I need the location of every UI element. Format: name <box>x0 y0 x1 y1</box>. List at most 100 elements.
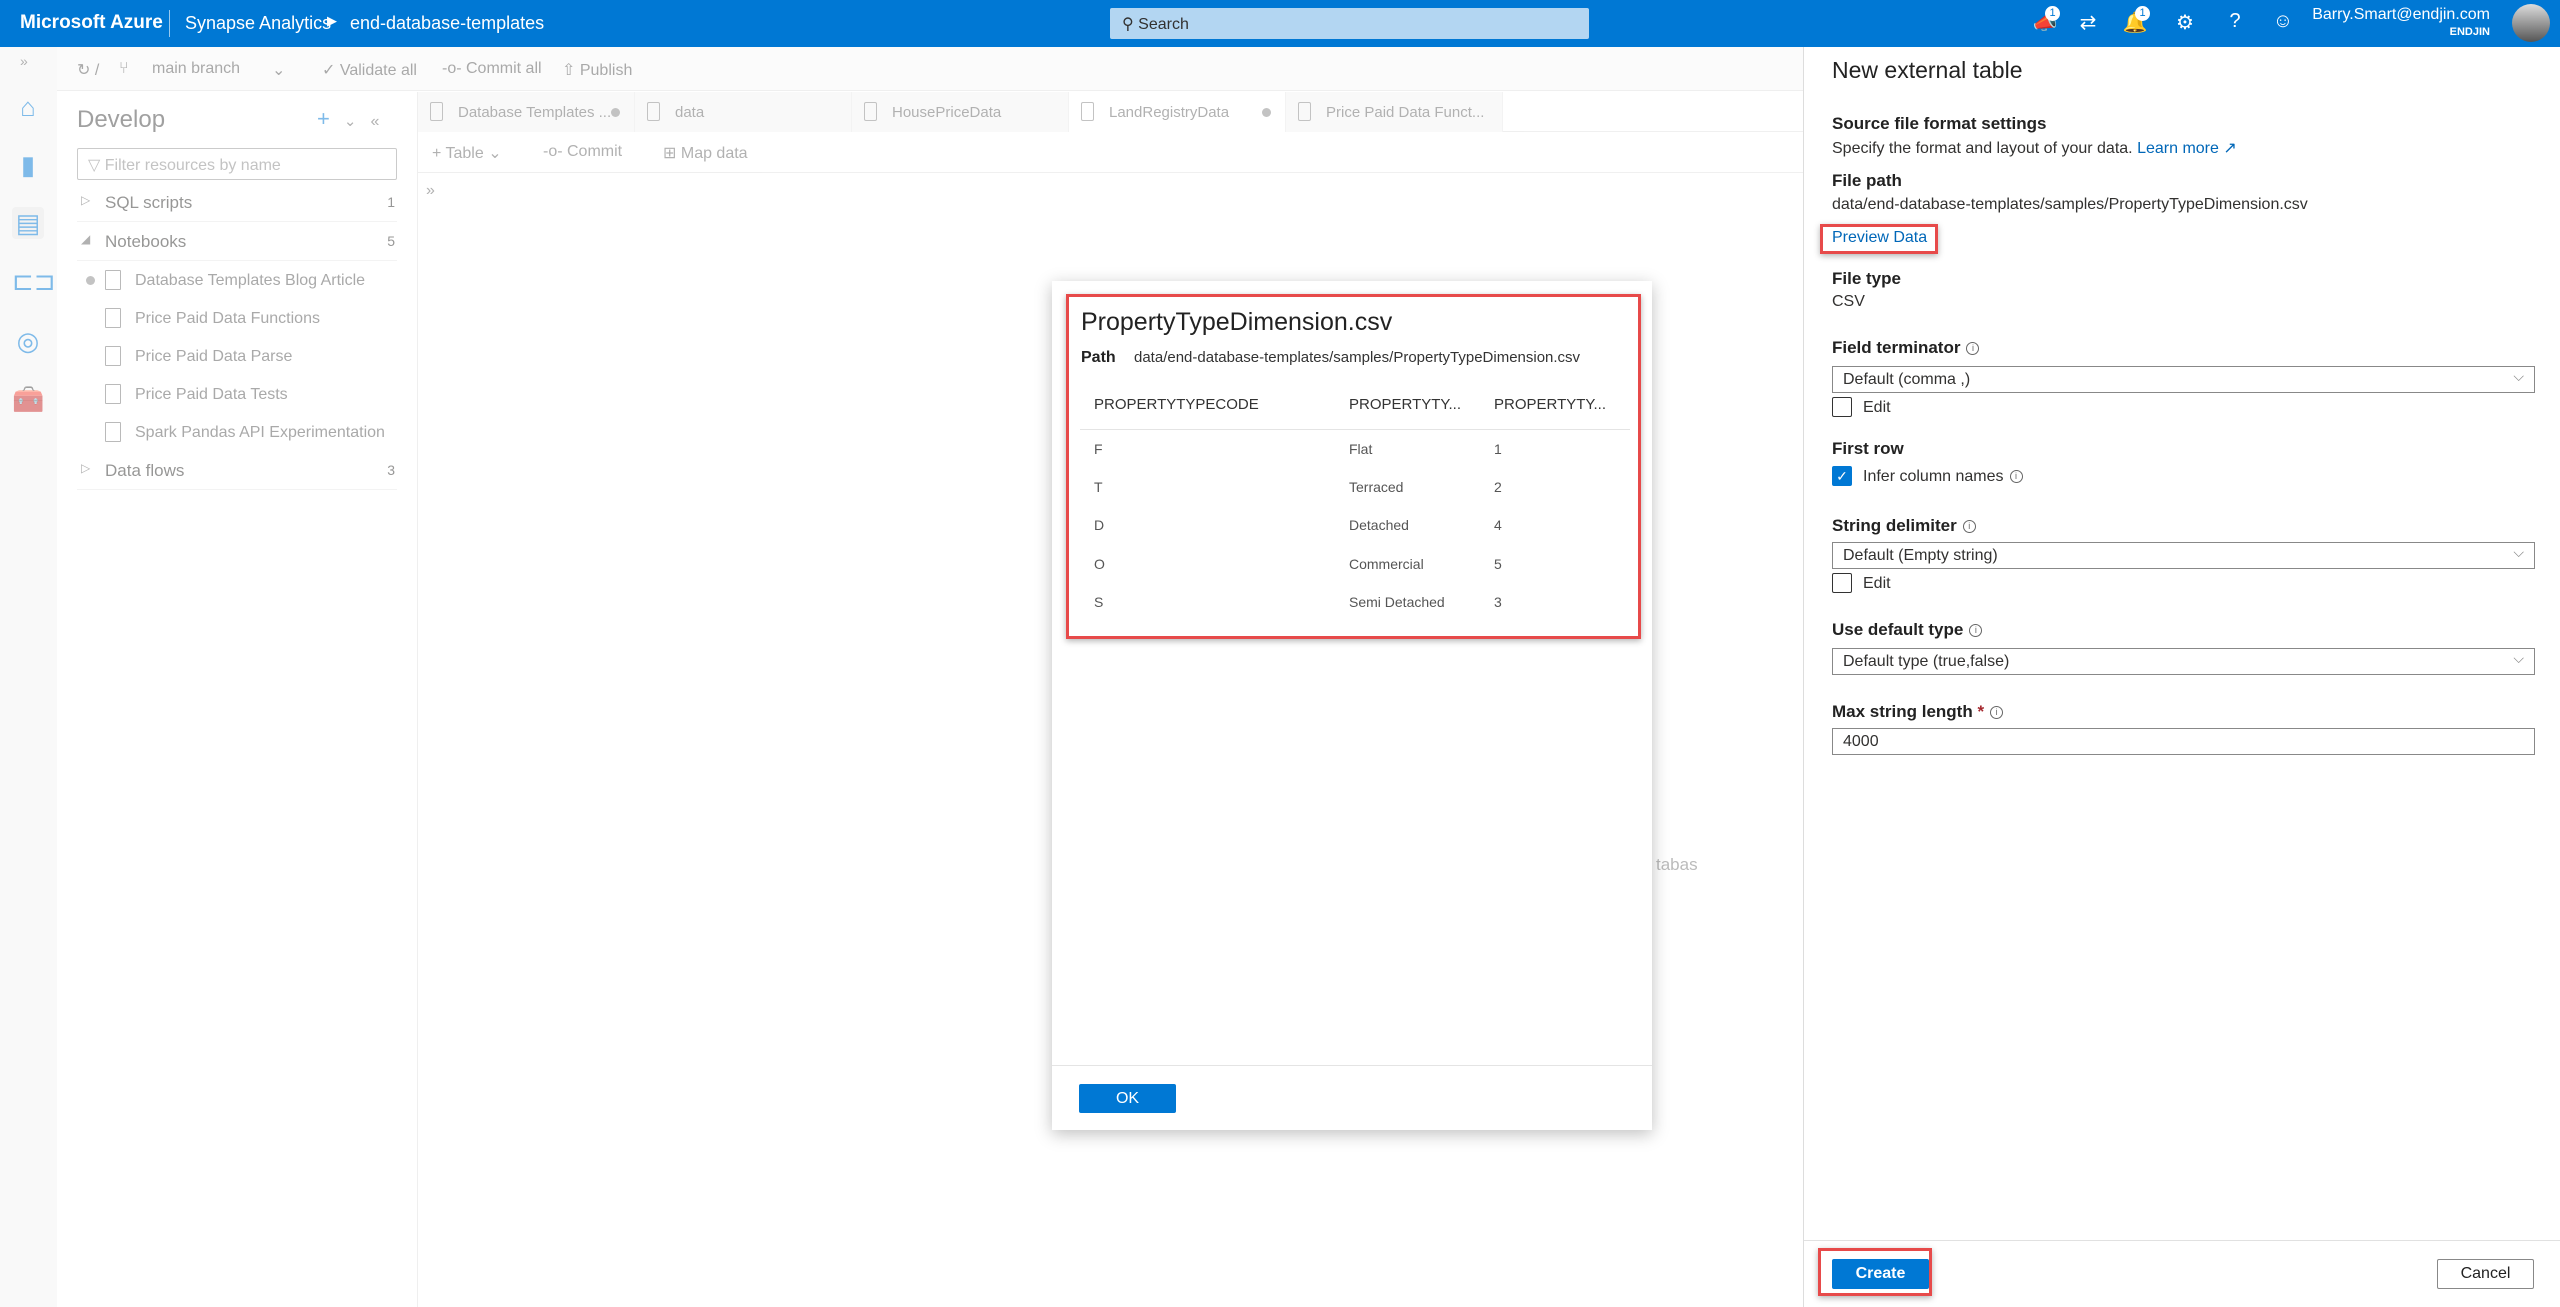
develop-actions: +⌄« <box>317 106 393 132</box>
cancel-button[interactable]: Cancel <box>2437 1259 2534 1289</box>
notebook-icon <box>105 308 121 328</box>
search-input[interactable]: ⚲ Search <box>1110 8 1589 39</box>
feedback-icon[interactable]: ☺ <box>2268 10 2298 33</box>
publish-button[interactable]: ⇧ Publish <box>562 60 632 80</box>
table-cell: Flat <box>1349 440 1373 457</box>
info-icon[interactable]: i <box>1966 342 1980 356</box>
info-icon[interactable]: i <box>1990 706 2004 720</box>
tree-group-notebooks[interactable]: ◢ Notebooks 5 <box>77 223 397 261</box>
list-item[interactable]: Database Templates Blog Article <box>77 262 397 300</box>
table-cell: T <box>1094 478 1103 495</box>
string-delimiter-dropdown[interactable]: Default (Empty string) ⌵ <box>1832 542 2535 569</box>
required-marker: * <box>1977 702 1985 721</box>
tab-database-templates[interactable]: Database Templates ... <box>418 92 635 132</box>
infer-label: Infer column names i <box>1863 468 2023 486</box>
default-type-dropdown[interactable]: Default type (true,false) ⌵ <box>1832 648 2535 675</box>
infer-column-names-checkbox[interactable]: ✓ <box>1832 466 1852 486</box>
refresh-icon[interactable]: ↻ / <box>77 60 99 80</box>
filter-placeholder: Filter resources by name <box>104 157 281 174</box>
tab-housepricedata[interactable]: HousePriceData <box>852 92 1069 132</box>
new-external-table-panel: New external table Source file format se… <box>1803 47 2560 1307</box>
table-header-row: PROPERTYTYPECODE PROPERTYTY... PROPERTYT… <box>1080 381 1630 430</box>
collapse-panel-icon[interactable]: « <box>370 113 393 130</box>
list-item[interactable]: Price Paid Data Functions <box>77 300 397 338</box>
list-item[interactable]: Price Paid Data Parse <box>77 338 397 376</box>
group-count: 5 <box>387 233 395 249</box>
integrate-icon[interactable]: ⊏⊐ <box>12 265 56 297</box>
create-button[interactable]: Create <box>1832 1259 1929 1289</box>
table-icon <box>864 102 877 121</box>
home-icon[interactable]: ⌂ <box>12 91 44 123</box>
commit-all-button[interactable]: -o- Commit all <box>442 60 542 78</box>
data-icon[interactable]: ▮ <box>12 149 44 181</box>
unsaved-dot <box>611 108 620 117</box>
path-label: Path <box>1081 349 1116 366</box>
preview-data-link[interactable]: Preview Data <box>1832 229 1927 247</box>
file-type-label: File type <box>1832 269 1901 288</box>
tree-group-sql-scripts[interactable]: ▷ SQL scripts 1 <box>77 184 397 222</box>
learn-more-link[interactable]: Learn more <box>2137 140 2219 157</box>
unsaved-dot <box>86 276 95 285</box>
chevron-down-icon[interactable]: ⌄ <box>272 60 285 80</box>
branch-selector[interactable]: main branch <box>152 60 240 78</box>
manage-icon[interactable]: 🧰 <box>12 383 44 415</box>
brand[interactable]: Microsoft Azure <box>20 12 163 34</box>
edit-label: Edit <box>1863 399 1891 416</box>
tab-toolbar: + Table ⌄ -o- Commit ⊞ Map data <box>418 133 1803 173</box>
chevron-down-icon: ⌵ <box>2513 650 2524 666</box>
table-row: D Detached 4 <box>1080 506 1630 545</box>
add-icon[interactable]: + <box>317 106 344 131</box>
item-label: Price Paid Data Functions <box>135 310 320 327</box>
commit-label: Commit all <box>466 60 542 77</box>
list-item[interactable]: Spark Pandas API Experimentation <box>77 414 397 452</box>
develop-icon[interactable]: ▤ <box>12 207 44 239</box>
directory-switch-icon[interactable]: ⇄ <box>2073 10 2103 35</box>
string-delimiter-edit-checkbox[interactable] <box>1832 573 1852 593</box>
group-count: 1 <box>387 194 395 210</box>
breadcrumb-service[interactable]: Synapse Analytics <box>185 13 331 34</box>
avatar[interactable] <box>2512 4 2550 42</box>
add-table-button[interactable]: + Table ⌄ <box>432 143 502 163</box>
badge: 1 <box>2135 6 2150 21</box>
develop-panel: Develop +⌄« ▽ Filter resources by name ▷… <box>57 92 418 1307</box>
bell-icon[interactable]: 🔔 1 <box>2120 6 2150 35</box>
help-icon[interactable]: ? <box>2220 10 2250 33</box>
field-terminator-edit-checkbox[interactable] <box>1832 397 1852 417</box>
tab-label: Price Paid Data Funct... <box>1326 104 1485 121</box>
tab-label: HousePriceData <box>892 104 1002 121</box>
list-item[interactable]: Price Paid Data Tests <box>77 376 397 414</box>
collapse-all-icon[interactable]: ⌄ <box>344 113 371 130</box>
ok-button[interactable]: OK <box>1079 1084 1176 1113</box>
field-terminator-label: Field terminator i <box>1832 338 1980 358</box>
preview-table: PROPERTYTYPECODE PROPERTYTY... PROPERTYT… <box>1080 381 1630 622</box>
monitor-icon[interactable]: ◎ <box>12 325 44 357</box>
label-text: Field terminator <box>1832 338 1961 357</box>
tab-landregistrydata[interactable]: LandRegistryData <box>1069 92 1286 132</box>
tree-group-data-flows[interactable]: ▷ Data flows 3 <box>77 452 397 490</box>
column-header: PROPERTYTYPECODE <box>1080 381 1335 430</box>
divider <box>169 10 170 37</box>
branch-icon: ⑂ <box>119 60 129 77</box>
breadcrumb-workspace[interactable]: end-database-templates <box>350 13 544 34</box>
field-terminator-dropdown[interactable]: Default (comma ,) ⌵ <box>1832 366 2535 393</box>
expand-icon: ▷ <box>81 461 91 475</box>
tab-data[interactable]: data <box>635 92 852 132</box>
commit-button[interactable]: -o- Commit <box>543 143 622 161</box>
validate-all-button[interactable]: ✓ Validate all <box>322 60 417 80</box>
info-icon[interactable]: i <box>2009 470 2023 484</box>
info-icon[interactable]: i <box>1969 624 1983 638</box>
develop-title: Develop <box>77 106 166 133</box>
selected-value: Default (comma ,) <box>1843 371 1971 388</box>
filter-input[interactable]: ▽ Filter resources by name <box>77 148 397 180</box>
tab-price-paid-functions[interactable]: Price Paid Data Funct... <box>1286 92 1503 132</box>
user-account[interactable]: Barry.Smart@endjin.com ENDJIN <box>2312 6 2490 38</box>
expand-rail-icon[interactable]: » <box>20 53 28 69</box>
notebook-icon <box>430 102 443 121</box>
max-string-length-input[interactable]: 4000 <box>1832 728 2535 755</box>
info-icon[interactable]: i <box>1962 520 1976 534</box>
announcements-icon[interactable]: 📣 1 <box>2030 6 2060 35</box>
expand-icon[interactable]: » <box>426 182 435 200</box>
expand-icon: ▷ <box>81 193 91 207</box>
gear-icon[interactable]: ⚙ <box>2170 10 2200 35</box>
map-data-button[interactable]: ⊞ Map data <box>663 143 748 163</box>
